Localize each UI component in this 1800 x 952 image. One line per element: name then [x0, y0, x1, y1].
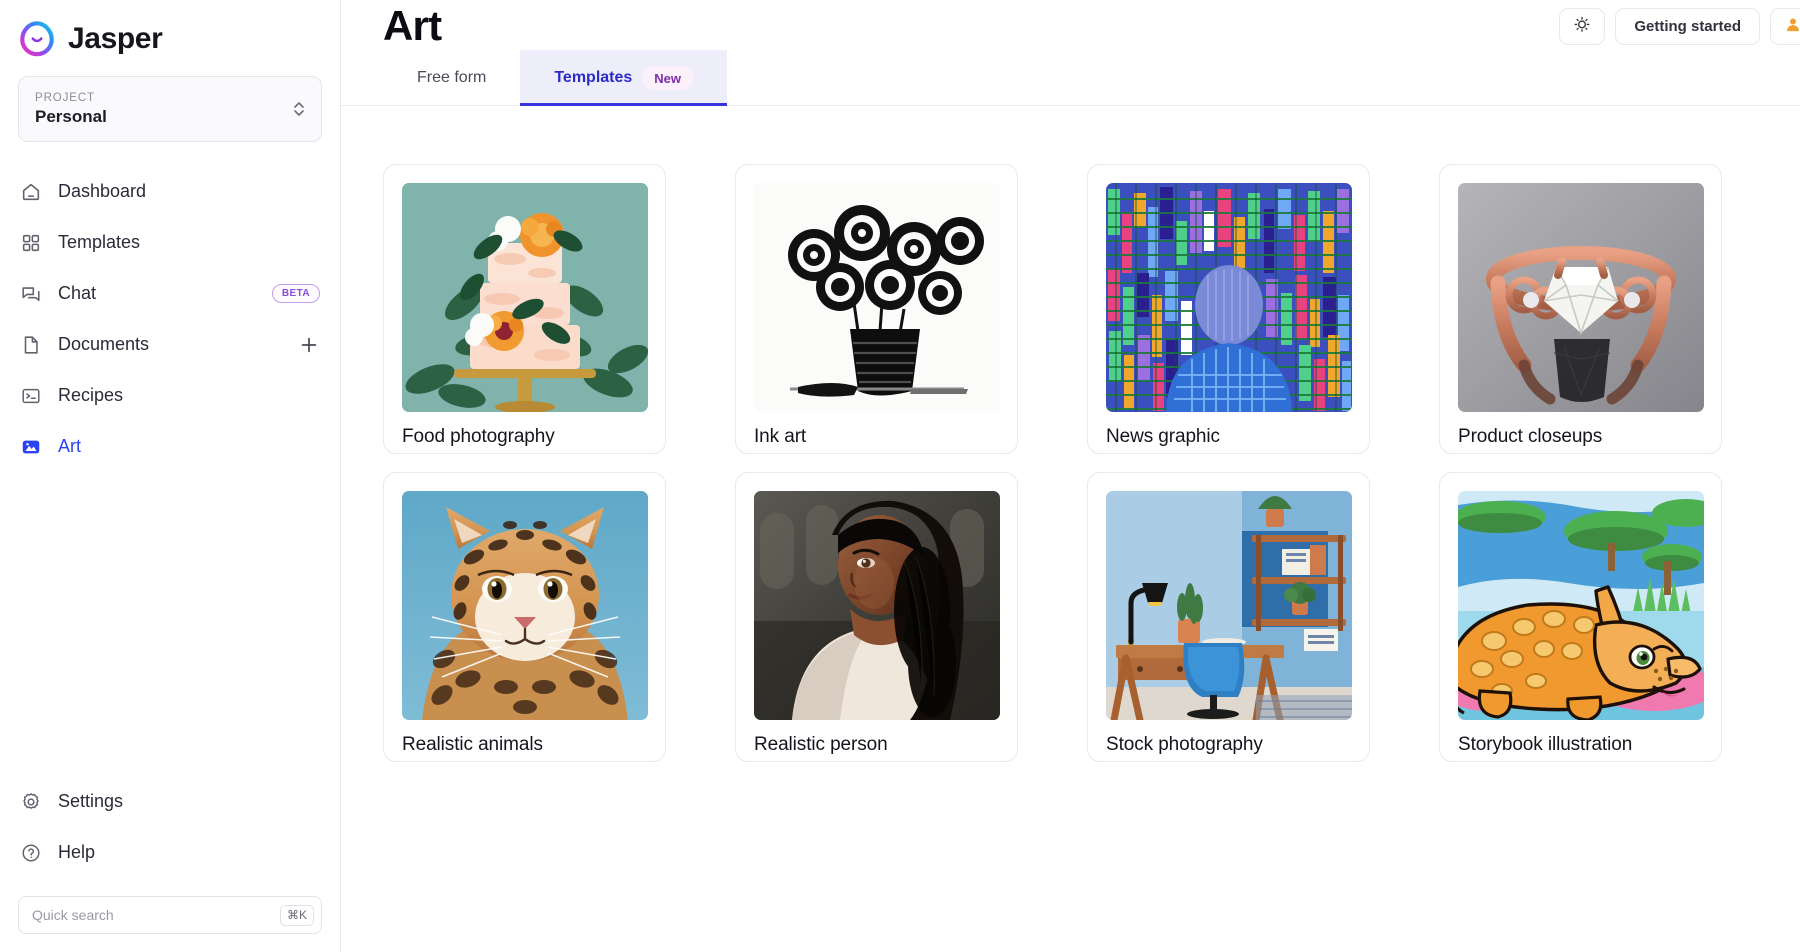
sidebar-item-settings[interactable]: Settings	[0, 776, 340, 827]
tab-templates[interactable]: Templates New	[520, 50, 728, 106]
project-selector[interactable]: PROJECT Personal	[18, 76, 322, 142]
sidebar-item-documents[interactable]: Documents	[0, 319, 340, 370]
sidebar-item-label: Documents	[58, 334, 150, 354]
lightbulb-button[interactable]	[1559, 8, 1606, 45]
tab-free-form[interactable]: Free form	[383, 50, 520, 105]
brand-name: Jasper	[68, 22, 163, 55]
lightbulb-icon	[1572, 14, 1592, 39]
card-title: Storybook illustration	[1458, 734, 1633, 755]
avatar-icon	[1783, 14, 1800, 39]
card-title: Realistic animals	[402, 734, 543, 755]
chevron-up-down-icon	[291, 98, 307, 120]
document-icon	[20, 334, 42, 356]
sidebar-item-label: Art	[58, 436, 82, 456]
search-input[interactable]	[32, 907, 280, 923]
topbar: Art Getting started	[341, 0, 1800, 50]
sidebar-bottom: Settings Help ⌘K	[0, 776, 340, 934]
card-title: Food photography	[402, 426, 555, 447]
chat-bubble-icon	[20, 283, 42, 305]
template-card[interactable]: Stock photography	[1087, 472, 1370, 762]
topbar-actions: Getting started	[1559, 8, 1800, 45]
jasper-logo-icon	[18, 20, 56, 58]
sidebar-item-templates[interactable]: Templates	[0, 217, 340, 268]
home-icon	[20, 181, 42, 203]
sidebar-item-label: Help	[58, 842, 96, 862]
app-root: Jasper PROJECT Personal Dashboard Templa…	[0, 0, 1800, 952]
project-text: PROJECT Personal	[35, 91, 291, 128]
sidebar-item-art[interactable]: Art	[0, 421, 340, 472]
grid-icon	[20, 232, 42, 254]
card-title: Product closeups	[1458, 426, 1603, 447]
sidebar-item-label: Chat	[58, 283, 97, 303]
template-grid-scroll[interactable]: Food photography Ink art News graphic Pr…	[341, 106, 1800, 952]
template-card[interactable]: Food photography	[383, 164, 666, 454]
project-value: Personal	[35, 106, 107, 126]
project-label: PROJECT	[35, 91, 95, 104]
quick-search[interactable]: ⌘K	[18, 896, 322, 934]
status-badge-new: New	[642, 65, 694, 90]
tab-label: Templates	[554, 68, 633, 86]
blue-home-office-desk	[1106, 491, 1352, 720]
cartoon-triceratops	[1458, 491, 1704, 720]
rose-gold-diamond-ring	[1458, 183, 1704, 412]
woman-portrait	[754, 491, 1000, 720]
sidebar: Jasper PROJECT Personal Dashboard Templa…	[0, 0, 341, 952]
brand[interactable]: Jasper	[0, 0, 340, 62]
avatar[interactable]	[1770, 8, 1800, 45]
template-card[interactable]: Realistic person	[735, 472, 1018, 762]
template-card[interactable]: Ink art	[735, 164, 1018, 454]
terminal-icon	[20, 385, 42, 407]
template-card[interactable]: Realistic animals	[383, 472, 666, 762]
template-card[interactable]: Product closeups	[1439, 164, 1722, 454]
card-title: Realistic person	[754, 734, 888, 755]
sidebar-item-chat[interactable]: Chat BETA	[0, 268, 340, 319]
wedding-cake-photo	[402, 183, 648, 412]
tab-label: Free form	[417, 68, 487, 86]
card-title: News graphic	[1106, 426, 1220, 447]
question-circle-icon	[20, 842, 42, 864]
card-title: Ink art	[754, 426, 807, 447]
template-card[interactable]: News graphic	[1087, 164, 1370, 454]
page-title: Art	[383, 2, 442, 49]
sidebar-nav: Dashboard Templates Chat BETA Documents …	[0, 166, 340, 472]
sidebar-item-label: Templates	[58, 232, 141, 252]
sidebar-item-dashboard[interactable]: Dashboard	[0, 166, 340, 217]
sidebar-item-label: Recipes	[58, 385, 124, 405]
image-icon	[20, 436, 42, 458]
sidebar-item-label: Settings	[58, 791, 124, 811]
gear-icon	[20, 791, 42, 813]
sidebar-item-help[interactable]: Help	[0, 827, 340, 878]
template-card[interactable]: Storybook illustration	[1439, 472, 1722, 762]
sidebar-item-label: Dashboard	[58, 181, 147, 201]
search-shortcut-badge: ⌘K	[279, 904, 314, 926]
black-ink-roses-vase	[754, 183, 1000, 412]
tab-bar: Free form Templates New	[341, 50, 1800, 106]
figure-data-mosaic	[1106, 183, 1352, 412]
template-grid: Food photography Ink art News graphic Pr…	[341, 164, 1800, 762]
add-document-button[interactable]	[298, 334, 320, 356]
main-content: Art Getting started Free form Templates …	[341, 0, 1800, 952]
ocelot-wildcat-portrait	[402, 491, 648, 720]
status-badge-beta: BETA	[271, 284, 320, 303]
sidebar-item-recipes[interactable]: Recipes	[0, 370, 340, 421]
card-title: Stock photography	[1106, 734, 1263, 755]
getting-started-button[interactable]: Getting started	[1615, 8, 1760, 45]
